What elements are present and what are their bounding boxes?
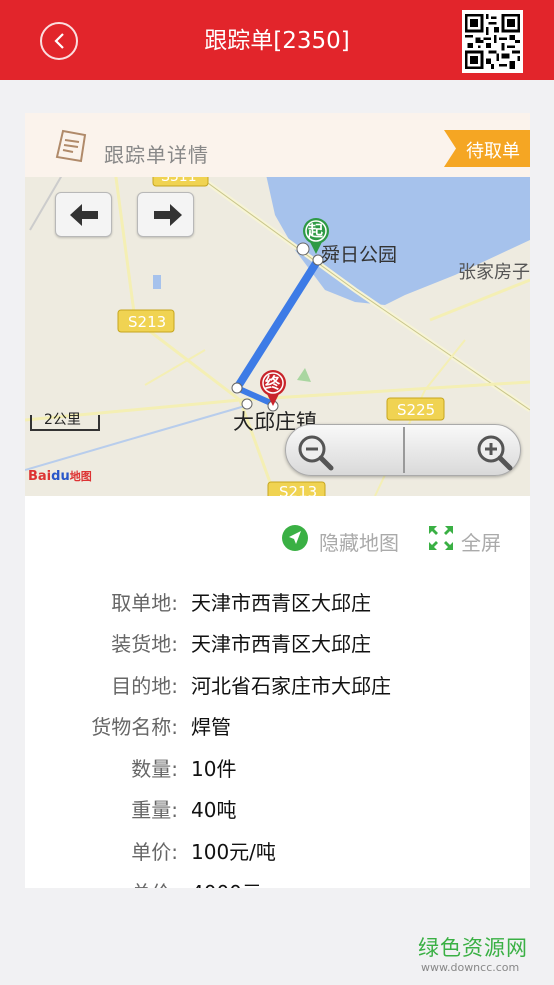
map-prev-button[interactable] bbox=[55, 192, 112, 237]
detail-value: 40吨 bbox=[191, 798, 237, 822]
map-scale: 2公里 bbox=[30, 412, 100, 431]
arrow-left-icon bbox=[70, 204, 98, 226]
fullscreen-icon bbox=[429, 526, 453, 550]
detail-row: 取单地: 天津市西青区大邱庄 bbox=[25, 587, 530, 617]
status-text: 待取单 bbox=[466, 141, 520, 162]
zoom-out-icon bbox=[298, 435, 334, 471]
detail-value: 焊管 bbox=[191, 715, 231, 739]
zoom-out-button[interactable] bbox=[286, 425, 403, 477]
watermark-url: www.downcc.com bbox=[421, 961, 520, 974]
fullscreen-label: 全屏 bbox=[461, 531, 501, 555]
detail-label: 装货地: bbox=[111, 632, 178, 656]
card-title: 跟踪单详情 bbox=[104, 143, 209, 167]
detail-value: 河北省石家庄市大邱庄 bbox=[191, 674, 391, 698]
detail-label: 重量: bbox=[131, 798, 178, 822]
road-label-s225: S225 bbox=[397, 401, 436, 419]
detail-label: 单价: bbox=[131, 840, 178, 864]
hide-map-button[interactable]: 隐藏地图 bbox=[281, 524, 407, 555]
detail-value: 10件 bbox=[191, 757, 237, 781]
fullscreen-button[interactable]: 全屏 bbox=[428, 524, 508, 555]
detail-value: 4000元 bbox=[191, 877, 262, 888]
arrow-right-icon bbox=[154, 204, 182, 226]
detail-label: 货物名称: bbox=[91, 715, 178, 739]
watermark-main: 绿色资源网 bbox=[418, 936, 528, 960]
tracking-card: S311 S213 S225 S213 起 终 舜日公园 大邱庄镇 张家房子 2… bbox=[25, 113, 530, 888]
detail-label: 取单地: bbox=[111, 591, 178, 615]
detail-value: 100元/吨 bbox=[191, 840, 276, 864]
detail-row: 装货地: 天津市西青区大邱庄 bbox=[25, 628, 530, 658]
detail-row: 总价: 4000元 bbox=[25, 877, 530, 888]
status-badge: 待取单 bbox=[444, 130, 530, 167]
detail-label: 总价: bbox=[131, 877, 178, 888]
hide-map-label: 隐藏地图 bbox=[319, 531, 399, 555]
zoom-control bbox=[285, 424, 521, 476]
qr-code-icon[interactable] bbox=[462, 10, 523, 73]
detail-value: 天津市西青区大邱庄 bbox=[191, 632, 371, 656]
card-header: 跟踪单详情 待取单 bbox=[25, 113, 530, 177]
zoom-in-icon bbox=[477, 435, 513, 471]
start-poi-label: 舜日公园 bbox=[321, 244, 398, 266]
location-arrow-icon bbox=[282, 525, 308, 551]
detail-label: 数量: bbox=[131, 757, 178, 781]
watermark: 绿色资源网 www.downcc.com bbox=[418, 932, 538, 974]
detail-row: 单价: 100元/吨 bbox=[25, 836, 530, 866]
detail-label: 目的地: bbox=[111, 674, 178, 698]
document-icon bbox=[55, 129, 87, 163]
detail-row: 货物名称: 焊管 bbox=[25, 711, 530, 741]
baidu-map-logo: Baidu地图 bbox=[28, 469, 92, 484]
road-label-s213-bottom: S213 bbox=[279, 483, 318, 496]
detail-row: 数量: 10件 bbox=[25, 753, 530, 783]
start-marker-label: 起 bbox=[308, 222, 324, 240]
map-next-button[interactable] bbox=[137, 192, 194, 237]
zoom-in-button[interactable] bbox=[405, 425, 522, 477]
map-actions: 隐藏地图 全屏 bbox=[25, 518, 530, 558]
detail-row: 重量: 40吨 bbox=[25, 794, 530, 824]
scale-label: 2公里 bbox=[44, 412, 81, 428]
detail-row: 目的地: 河北省石家庄市大邱庄 bbox=[25, 670, 530, 700]
road-label-s213: S213 bbox=[128, 313, 167, 331]
end-marker-label: 终 bbox=[265, 374, 281, 392]
detail-value: 天津市西青区大邱庄 bbox=[191, 591, 371, 615]
route-map[interactable]: S311 S213 S225 S213 起 终 舜日公园 大邱庄镇 张家房子 2… bbox=[25, 170, 530, 496]
village-label: 张家房子 bbox=[458, 262, 530, 283]
top-bar: 跟踪单[2350] bbox=[0, 0, 554, 80]
